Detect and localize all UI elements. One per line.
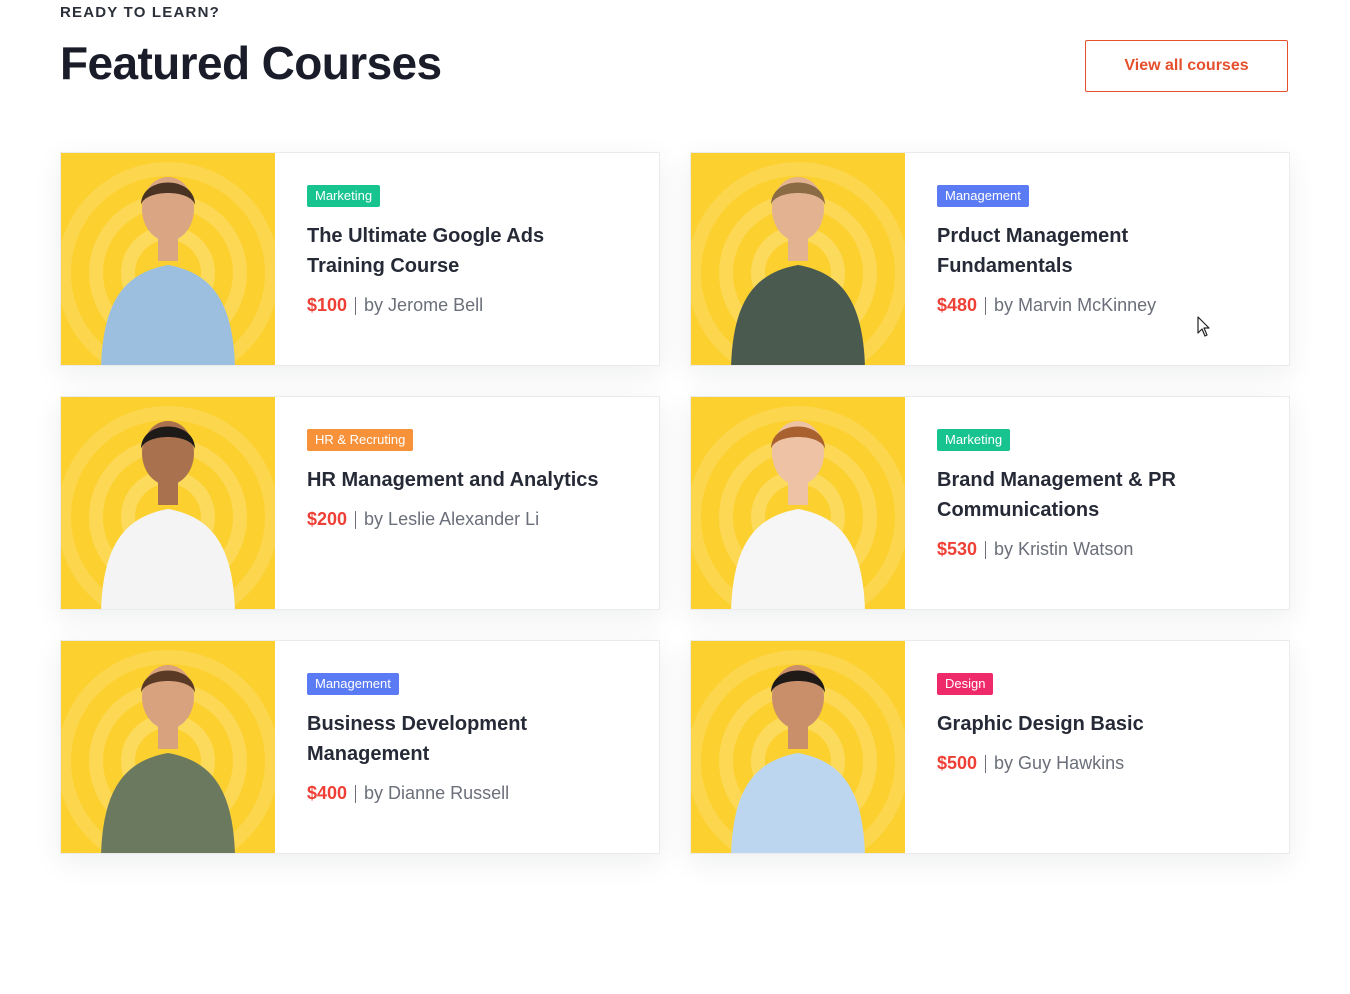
course-author: by Dianne Russell (364, 783, 510, 803)
meta-divider (355, 296, 357, 315)
course-card[interactable]: Design Graphic Design Basic $500 by Guy … (690, 640, 1290, 854)
course-title[interactable]: Graphic Design Basic (937, 709, 1257, 739)
course-title[interactable]: Business Development Management (307, 709, 627, 769)
meta-divider (355, 784, 357, 803)
course-price: $530 (937, 539, 978, 559)
category-tag[interactable]: Marketing (937, 429, 1011, 451)
instructor-photo (61, 153, 275, 365)
category-tag[interactable]: Design (937, 673, 994, 695)
course-meta: $500 by Guy Hawkins (937, 753, 1257, 774)
category-tag[interactable]: Management (307, 673, 399, 695)
course-price: $100 (307, 295, 348, 315)
category-tag[interactable]: Marketing (307, 185, 381, 207)
course-author: by Guy Hawkins (994, 753, 1125, 773)
course-price: $500 (937, 753, 978, 773)
course-card[interactable]: Marketing The Ultimate Google Ads Traini… (60, 152, 660, 366)
course-info: Design Graphic Design Basic $500 by Guy … (905, 641, 1289, 853)
course-title[interactable]: Prduct Management Fundamentals (937, 221, 1257, 281)
course-info: Management Prduct Management Fundamental… (905, 153, 1289, 365)
course-info: HR & Recruting HR Management and Analyti… (275, 397, 659, 609)
course-card[interactable]: Marketing Brand Management & PR Communic… (690, 396, 1290, 610)
instructor-photo (691, 641, 905, 853)
page-title: Featured Courses (60, 37, 442, 89)
instructor-photo (691, 153, 905, 365)
course-title[interactable]: Brand Management & PR Communications (937, 465, 1257, 525)
meta-divider (985, 754, 987, 773)
course-info: Management Business Development Manageme… (275, 641, 659, 853)
course-title[interactable]: HR Management and Analytics (307, 465, 627, 495)
course-info: Marketing Brand Management & PR Communic… (905, 397, 1289, 609)
course-author: by Jerome Bell (364, 295, 484, 315)
course-card[interactable]: HR & Recruting HR Management and Analyti… (60, 396, 660, 610)
mouse-cursor-icon (1197, 316, 1210, 337)
course-price: $400 (307, 783, 348, 803)
course-author: by Marvin McKinney (994, 295, 1157, 315)
course-price: $480 (937, 295, 978, 315)
category-tag[interactable]: Management (937, 185, 1029, 207)
instructor-photo (61, 641, 275, 853)
course-title[interactable]: The Ultimate Google Ads Training Course (307, 221, 627, 281)
meta-divider (355, 510, 357, 529)
course-card[interactable]: Management Business Development Manageme… (60, 640, 660, 854)
instructor-photo (61, 397, 275, 609)
course-info: Marketing The Ultimate Google Ads Traini… (275, 153, 659, 365)
course-meta: $200 by Leslie Alexander Li (307, 509, 627, 530)
course-price: $200 (307, 509, 348, 529)
instructor-photo (691, 397, 905, 609)
course-meta: $480 by Marvin McKinney (937, 295, 1257, 316)
category-tag[interactable]: HR & Recruting (307, 429, 414, 451)
course-meta: $400 by Dianne Russell (307, 783, 627, 804)
view-all-courses-button[interactable]: View all courses (1085, 40, 1288, 92)
meta-divider (985, 540, 987, 559)
course-author: by Kristin Watson (994, 539, 1134, 559)
meta-divider (985, 296, 987, 315)
course-meta: $530 by Kristin Watson (937, 539, 1257, 560)
eyebrow-label: READY TO LEARN? (60, 4, 220, 21)
course-meta: $100 by Jerome Bell (307, 295, 627, 316)
course-author: by Leslie Alexander Li (364, 509, 540, 529)
